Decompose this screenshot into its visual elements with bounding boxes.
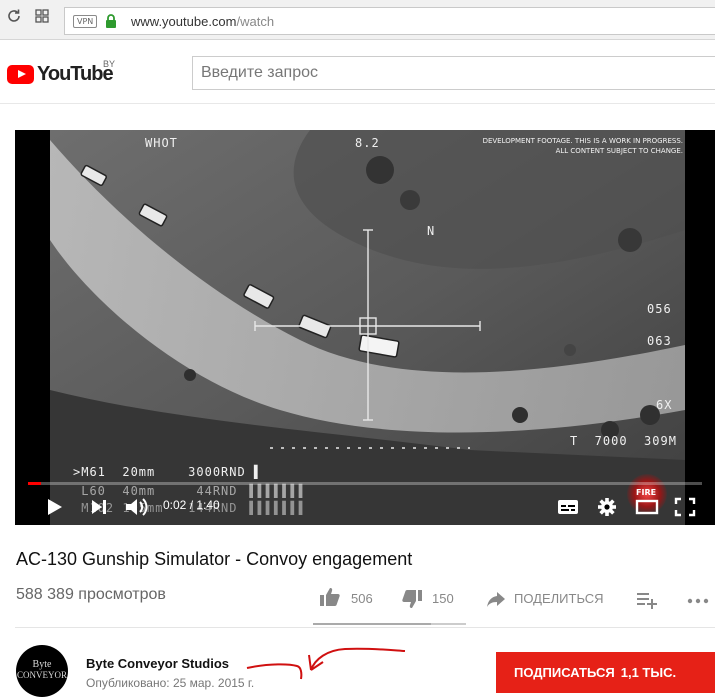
volume-icon xyxy=(126,498,148,516)
section-divider xyxy=(15,627,715,628)
subtitles-button[interactable] xyxy=(556,492,580,522)
region-code: BY xyxy=(103,59,116,69)
url-host: www.youtube.com xyxy=(131,14,237,29)
progress-bar[interactable] xyxy=(28,482,702,485)
subscribe-button[interactable]: ПОДПИСАТЬСЯ 1,1 ТЫС. xyxy=(496,652,715,693)
hud-weapon-1: >M61 20mm 3000RND ▌ xyxy=(73,465,263,479)
channel-name-link[interactable]: Byte Conveyor Studios xyxy=(86,656,229,671)
search-box[interactable] xyxy=(192,56,715,90)
play-icon xyxy=(48,499,62,515)
gear-icon xyxy=(598,498,616,516)
like-ratio-bar xyxy=(313,623,466,625)
video-player[interactable]: WHOT 8.2 N 056 063 6X T 7000 309M >M61 2… xyxy=(15,130,715,525)
dislike-button[interactable]: 150 xyxy=(401,588,461,612)
hud-target: T 7000 309M xyxy=(570,434,677,448)
hud-readout-2: 063 xyxy=(647,334,672,348)
video-title: AC-130 Gunship Simulator - Convoy engage… xyxy=(16,549,413,569)
avatar-logo: Byte Conveyor xyxy=(16,659,68,681)
lock-icon xyxy=(106,14,116,28)
refresh-icon[interactable] xyxy=(4,8,24,30)
volume-button[interactable] xyxy=(123,492,151,522)
hud-magnification: 6X xyxy=(656,398,673,412)
share-button[interactable]: ПОДЕЛИТЬСЯ xyxy=(486,588,616,612)
channel-avatar[interactable]: Byte Conveyor xyxy=(16,645,68,697)
url-path: /watch xyxy=(236,14,275,29)
play-logo-icon xyxy=(7,65,34,84)
thumbs-up-icon xyxy=(320,588,340,606)
tabs-grid-icon[interactable] xyxy=(32,8,52,30)
subtitles-icon xyxy=(558,500,578,514)
fullscreen-button[interactable] xyxy=(673,492,697,522)
dev-note-line-2: ALL CONTENT SUBJECT TO CHANGE. xyxy=(555,147,683,155)
next-button[interactable] xyxy=(87,492,111,522)
address-bar[interactable]: VPN www.youtube.com/watch xyxy=(64,7,715,35)
url-text[interactable]: www.youtube.com/watch xyxy=(131,14,274,29)
hud-north: N xyxy=(427,224,436,238)
view-count: 588 389 просмотров xyxy=(16,586,166,603)
time-display: 0:02 / 1:40 xyxy=(163,498,220,512)
logo-text: YouTube xyxy=(37,63,114,85)
red-annotation-arrow xyxy=(246,647,406,680)
hud-zoom: 8.2 xyxy=(355,136,380,150)
dev-note-line-1: DEVELOPMENT FOOTAGE. THIS IS A WORK IN P… xyxy=(482,137,683,145)
publish-date: Опубликовано: 25 мар. 2015 г. xyxy=(86,676,255,690)
theater-icon xyxy=(635,499,659,515)
progress-played xyxy=(28,482,42,485)
subscriber-count: 1,1 ТЫС. xyxy=(620,665,677,680)
settings-button[interactable] xyxy=(595,492,619,522)
fullscreen-icon xyxy=(674,497,696,517)
youtube-header: YouTube BY xyxy=(0,40,715,104)
playlist-add-icon xyxy=(637,593,657,609)
vpn-badge[interactable]: VPN xyxy=(73,15,98,28)
avatar-text-line-1: Byte xyxy=(32,659,52,670)
development-footage-note: DEVELOPMENT FOOTAGE. THIS IS A WORK IN P… xyxy=(483,136,683,156)
share-icon xyxy=(487,592,505,607)
more-actions-button[interactable] xyxy=(686,589,710,611)
like-ratio-fill xyxy=(313,623,431,625)
next-icon xyxy=(92,500,106,514)
hud-sensor-mode: WHOT xyxy=(145,136,178,150)
avatar-text-line-2: Conveyor xyxy=(16,670,67,680)
add-to-playlist-button[interactable] xyxy=(636,589,658,611)
theater-mode-button[interactable] xyxy=(634,492,660,522)
thumbs-down-icon xyxy=(402,590,422,608)
share-label: ПОДЕЛИТЬСЯ xyxy=(514,591,604,606)
subscribe-label: ПОДПИСАТЬСЯ xyxy=(514,665,615,680)
dislike-count: 150 xyxy=(432,591,454,606)
browser-toolbar: VPN www.youtube.com/watch xyxy=(0,0,715,40)
play-button[interactable] xyxy=(43,492,67,522)
hud-readout-1: 056 xyxy=(647,302,672,316)
like-count: 506 xyxy=(351,591,373,606)
more-icon xyxy=(687,598,709,604)
search-input[interactable] xyxy=(193,57,715,89)
like-button[interactable]: 506 xyxy=(319,586,379,610)
